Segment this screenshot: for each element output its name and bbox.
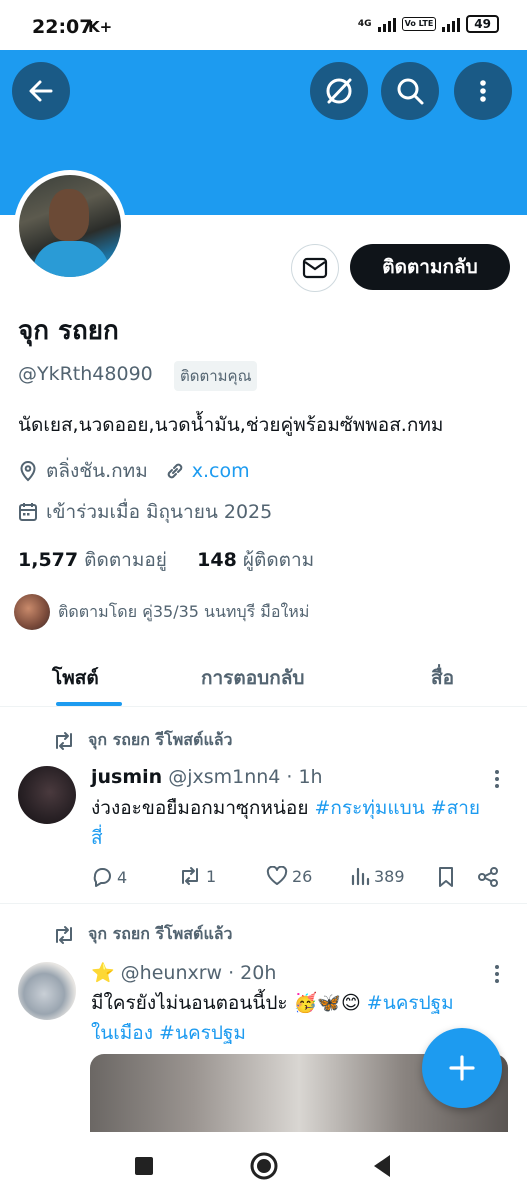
post-time: · 1h xyxy=(286,766,323,788)
post-author-avatar[interactable] xyxy=(18,766,76,824)
carrier-indicator: K+ xyxy=(88,18,113,36)
square-icon[interactable] xyxy=(132,1154,156,1178)
profile-avatar[interactable] xyxy=(14,170,126,282)
location-pin-icon xyxy=(20,460,36,482)
repost-indicator[interactable]: จุก รถยก รีโพสต์แล้ว xyxy=(52,922,233,947)
post-author-name[interactable]: jusmin xyxy=(91,766,162,788)
post-body: ง่วงอะขอยืมอกมาซุกหน่อย xyxy=(91,797,309,819)
followers-label: ผู้ติดตาม xyxy=(242,549,315,571)
following-link[interactable]: 1,577 ติดตามอยู่ xyxy=(18,549,167,571)
post-more-icon[interactable] xyxy=(495,770,499,788)
grok-button[interactable] xyxy=(310,62,368,120)
calendar-icon xyxy=(19,503,37,521)
message-button[interactable] xyxy=(291,244,339,292)
system-nav-bar xyxy=(0,1132,527,1200)
hashtag[interactable]: #กระทุ่มแบน xyxy=(315,797,425,819)
post-actions: 4 1 26 389 xyxy=(0,862,527,892)
repost-count: 1 xyxy=(206,866,217,886)
search-button[interactable] xyxy=(381,62,439,120)
view-count: 389 xyxy=(374,866,405,886)
avatar-image xyxy=(19,175,121,277)
follows-you-badge: ติดตามคุณ xyxy=(174,361,258,391)
bookmark-icon xyxy=(439,867,453,887)
tab-posts[interactable]: โพสต์ xyxy=(52,663,99,693)
status-icons: 4G Vo LTE 49 xyxy=(358,15,499,33)
bio: นัดเยส,นวดออย,นวดน้ำมัน,ช่วยคู่พร้อมซัพพ… xyxy=(18,414,444,436)
volte-badge: Vo LTE xyxy=(401,17,437,31)
hashtag[interactable]: ในเมือง xyxy=(91,1022,153,1044)
signal-icon-2 xyxy=(442,16,461,32)
repost-label: จุก รถยก รีโพสต์แล้ว xyxy=(88,924,233,943)
follower-avatar xyxy=(14,594,50,630)
following-label: ติดตามอยู่ xyxy=(84,549,167,571)
link-icon xyxy=(167,463,183,479)
post-author-name[interactable]: ⭐ xyxy=(91,961,115,984)
tab-media[interactable]: สื่อ xyxy=(431,663,454,693)
heart-icon xyxy=(266,866,288,885)
bookmark-button[interactable] xyxy=(437,866,455,888)
repost-icon xyxy=(182,867,198,885)
back-button[interactable] xyxy=(12,62,70,120)
followers-link[interactable]: 148 ผู้ติดตาม xyxy=(197,549,314,571)
divider xyxy=(0,903,527,904)
like-button[interactable]: 26 xyxy=(266,866,312,886)
post-more-icon[interactable] xyxy=(495,965,499,983)
post-text: ง่วงอะขอยืมอกมาซุกหน่อย #กระทุ่มแบน #สาย… xyxy=(91,793,491,853)
active-tab-indicator xyxy=(56,702,122,706)
circle-icon[interactable] xyxy=(248,1150,280,1182)
following-count: 1,577 xyxy=(18,549,79,571)
reply-button[interactable]: 4 xyxy=(91,866,127,888)
followed-by-row[interactable]: ติดตามโดย คู่35/35 นนทบุรี มือใหม่ xyxy=(14,594,309,630)
hashtag[interactable]: #นครปฐม xyxy=(367,992,454,1014)
views-button[interactable]: 389 xyxy=(350,866,405,886)
repost-icon xyxy=(56,731,72,750)
profile-tabs: โพสต์ การตอบกลับ สื่อ xyxy=(0,648,527,707)
followers-count: 148 xyxy=(197,549,237,571)
post-time: · 20h xyxy=(228,961,277,984)
reply-count: 4 xyxy=(117,867,128,887)
repost-indicator[interactable]: จุก รถยก รีโพสต์แล้ว xyxy=(52,728,233,753)
triangle-back-icon[interactable] xyxy=(370,1152,394,1180)
grok-icon xyxy=(326,78,352,104)
signal-icon xyxy=(377,16,396,32)
arrow-left-icon xyxy=(29,80,53,102)
hashtag[interactable]: #นครปฐม xyxy=(159,1022,246,1044)
compose-button[interactable] xyxy=(422,1028,502,1108)
post-header: jusmin @jxsm1nn4 · 1h xyxy=(91,766,323,788)
website-link[interactable]: x.com xyxy=(192,460,250,482)
share-icon xyxy=(478,867,498,887)
mail-icon xyxy=(302,257,328,279)
status-time: 22:07 xyxy=(32,16,93,38)
repost-label: จุก รถยก รีโพสต์แล้ว xyxy=(88,730,233,749)
reply-icon xyxy=(93,868,111,887)
post-author-avatar[interactable] xyxy=(18,962,76,1020)
joined-row: เข้าร่วมเมื่อ มิถุนายน 2025 xyxy=(18,497,272,527)
followed-by-text: ติดตามโดย คู่35/35 นนทบุรี มือใหม่ xyxy=(58,601,310,621)
share-button[interactable] xyxy=(477,866,499,888)
post-header: ⭐ @heunxrw · 20h xyxy=(91,961,277,985)
repost-button[interactable]: 1 xyxy=(178,866,216,886)
user-handle: @YkRth48090 xyxy=(18,363,153,385)
more-button[interactable] xyxy=(454,62,512,120)
search-icon xyxy=(397,78,424,105)
status-bar: 22:07 K+ 4G Vo LTE 49 xyxy=(0,0,527,50)
plus-icon xyxy=(449,1055,475,1081)
repost-icon xyxy=(56,925,72,944)
tab-replies[interactable]: การตอบกลับ xyxy=(201,663,304,693)
follow-counts: 1,577 ติดตามอยู่ 148 ผู้ติดตาม xyxy=(18,545,314,575)
location-row: ตลิ่งชัน.กทม x.com xyxy=(18,456,250,486)
follow-back-button[interactable]: ติดตามกลับ xyxy=(350,244,510,290)
post-author-handle[interactable]: @jxsm1nn4 xyxy=(168,766,280,788)
like-count: 26 xyxy=(292,866,313,886)
battery-icon: 49 xyxy=(466,15,499,33)
display-name: จุก รถยก xyxy=(18,316,119,346)
location-text: ตลิ่งชัน.กทม xyxy=(46,460,148,482)
joined-text: เข้าร่วมเมื่อ มิถุนายน 2025 xyxy=(46,501,273,523)
post-text: มีใครยังไม่นอนตอนนี้ปะ 🥳🦋😊 #นครปฐม ในเมื… xyxy=(91,988,481,1048)
views-icon xyxy=(351,867,370,886)
post-author-handle[interactable]: @heunxrw xyxy=(121,962,222,984)
more-vertical-icon xyxy=(480,80,486,102)
network-type: 4G xyxy=(357,19,372,29)
post-body: มีใครยังไม่นอนตอนนี้ปะ 🥳🦋😊 xyxy=(91,992,361,1014)
